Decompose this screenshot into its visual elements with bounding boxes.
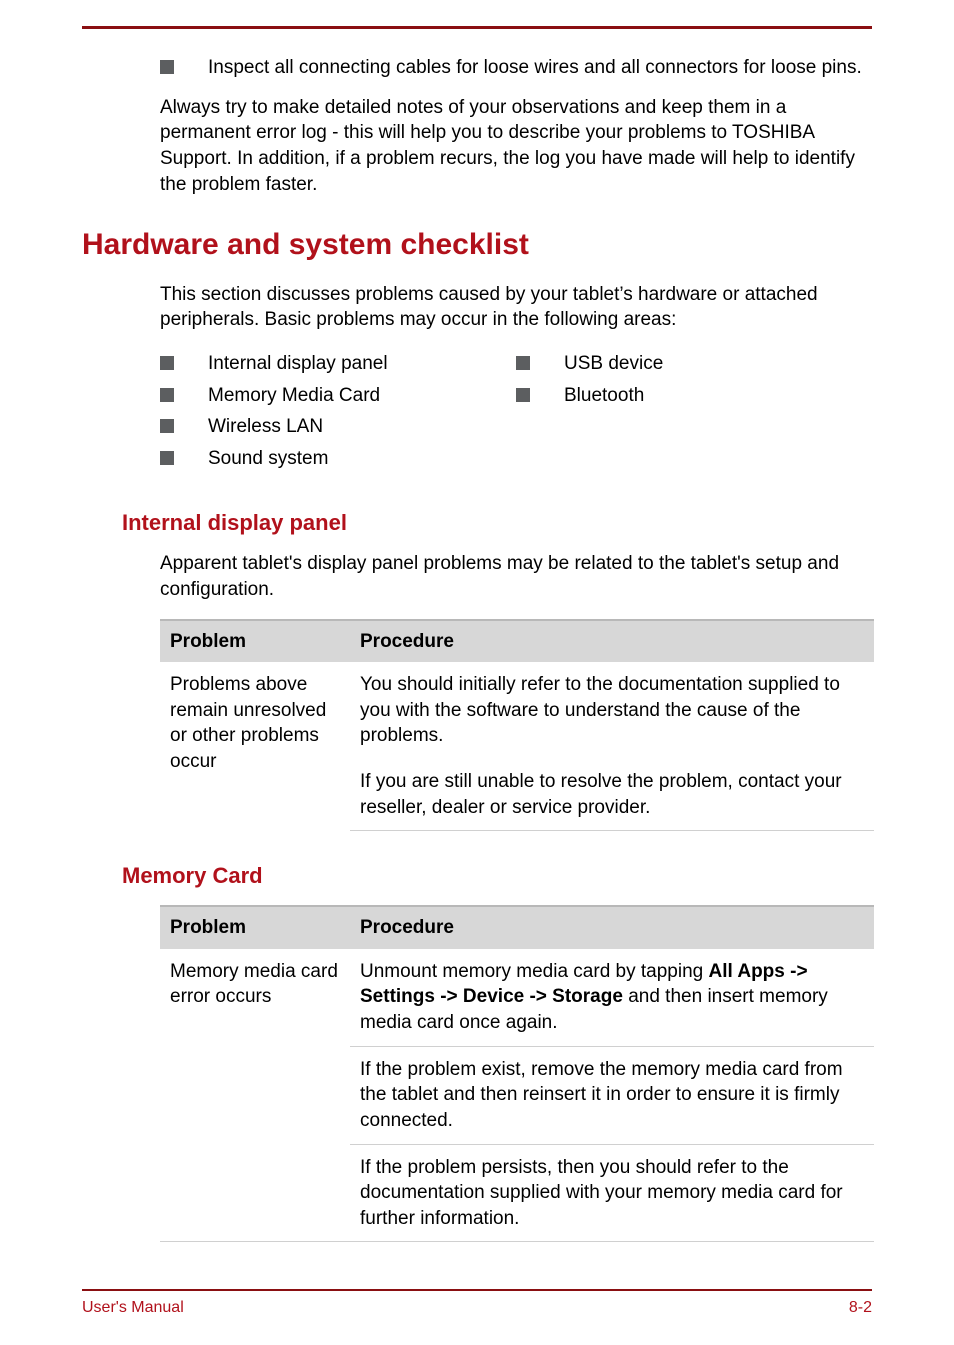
list-item-label: Memory Media Card	[208, 383, 516, 409]
table-row: Memory media card error occurs Unmount m…	[160, 949, 874, 1046]
square-bullet-icon	[160, 388, 174, 402]
subsection-title-display: Internal display panel	[122, 508, 872, 538]
cell-problem: Problems above remain unresolved or othe…	[160, 662, 350, 831]
checklist-left-column: Internal display panel Memory Media Card…	[160, 351, 516, 478]
cell-procedure: You should initially refer to the docume…	[350, 662, 874, 759]
intro-paragraph: Always try to make detailed notes of you…	[160, 95, 872, 198]
list-item-label: USB device	[564, 351, 872, 377]
list-item: Internal display panel	[160, 351, 516, 377]
cell-problem: Memory media card error occurs	[160, 949, 350, 1242]
table-header-row: Problem Procedure	[160, 906, 874, 949]
table-memory-card: Problem Procedure Memory media card erro…	[160, 905, 874, 1242]
square-bullet-icon	[160, 419, 174, 433]
cell-procedure: If you are still unable to resolve the p…	[350, 759, 874, 831]
subsection-title-memory: Memory Card	[122, 861, 872, 891]
col-header-procedure: Procedure	[350, 906, 874, 949]
cell-procedure: Unmount memory media card by tapping All…	[350, 949, 874, 1046]
checklist-columns: Internal display panel Memory Media Card…	[160, 351, 872, 478]
cell-procedure: If the problem persists, then you should…	[350, 1144, 874, 1242]
section-paragraph: This section discusses problems caused b…	[160, 282, 872, 333]
list-item: Sound system	[160, 446, 516, 472]
section-title: Hardware and system checklist	[82, 225, 872, 266]
list-item: USB device	[516, 351, 872, 377]
table-display-panel: Problem Procedure Problems above remain …	[160, 619, 874, 832]
intro-bullet-text: Inspect all connecting cables for loose …	[208, 55, 872, 81]
checklist-right-column: USB device Bluetooth	[516, 351, 872, 478]
list-item-label: Wireless LAN	[208, 414, 516, 440]
list-item: Memory Media Card	[160, 383, 516, 409]
proc-text-pre: Unmount memory media card by tapping	[360, 961, 709, 982]
table-row: Problems above remain unresolved or othe…	[160, 662, 874, 759]
header-rule	[82, 26, 872, 29]
table-header-row: Problem Procedure	[160, 620, 874, 663]
col-header-problem: Problem	[160, 620, 350, 663]
square-bullet-icon	[516, 388, 530, 402]
list-item-label: Bluetooth	[564, 383, 872, 409]
col-header-problem: Problem	[160, 906, 350, 949]
subsection-paragraph-display: Apparent tablet's display panel problems…	[160, 551, 872, 602]
square-bullet-icon	[160, 60, 174, 74]
intro-bullet: Inspect all connecting cables for loose …	[160, 55, 872, 81]
page-content: Inspect all connecting cables for loose …	[82, 55, 872, 1242]
list-item-label: Internal display panel	[208, 351, 516, 377]
page-footer: User's Manual 8-2	[82, 1299, 872, 1317]
cell-procedure: If the problem exist, remove the memory …	[350, 1046, 874, 1144]
col-header-procedure: Procedure	[350, 620, 874, 663]
list-item-label: Sound system	[208, 446, 516, 472]
square-bullet-icon	[160, 356, 174, 370]
footer-right: 8-2	[849, 1299, 872, 1317]
square-bullet-icon	[160, 451, 174, 465]
list-item: Bluetooth	[516, 383, 872, 409]
list-item: Wireless LAN	[160, 414, 516, 440]
footer-left: User's Manual	[82, 1299, 184, 1317]
square-bullet-icon	[516, 356, 530, 370]
